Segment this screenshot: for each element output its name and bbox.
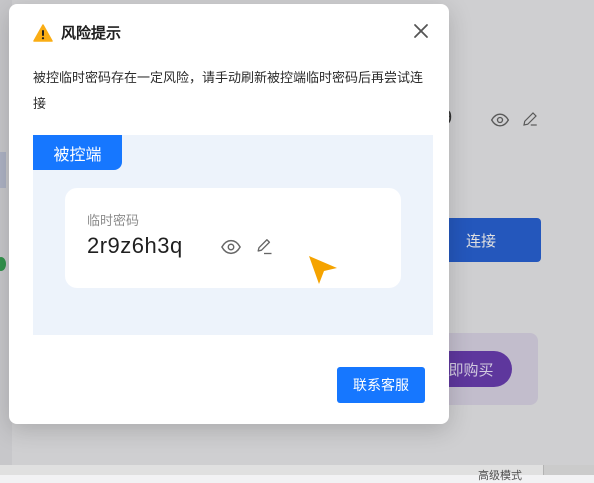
- warning-icon: [33, 23, 53, 42]
- dialog-header: 风险提示: [33, 22, 121, 43]
- dialog-title: 风险提示: [61, 24, 122, 42]
- cursor-arrow-icon: [309, 256, 337, 284]
- illustration: 被控端 临时密码 2r9z6h3q: [33, 135, 433, 335]
- password-card: 临时密码 2r9z6h3q: [65, 188, 401, 288]
- pencil-icon: [257, 239, 272, 255]
- risk-dialog: 风险提示 被控临时密码存在一定风险，请手动刷新被控端临时密码后再尝试连接 被控端…: [9, 4, 449, 424]
- dialog-message: 被控临时密码存在一定风险，请手动刷新被控端临时密码后再尝试连接: [33, 71, 424, 112]
- eye-icon: [221, 239, 241, 255]
- controlled-side-tag: 被控端: [33, 135, 122, 170]
- password-label: 临时密码: [87, 214, 140, 229]
- password-value: 2r9z6h3q: [87, 233, 183, 258]
- contact-support-button[interactable]: 联系客服: [337, 367, 425, 403]
- close-icon[interactable]: [412, 22, 430, 40]
